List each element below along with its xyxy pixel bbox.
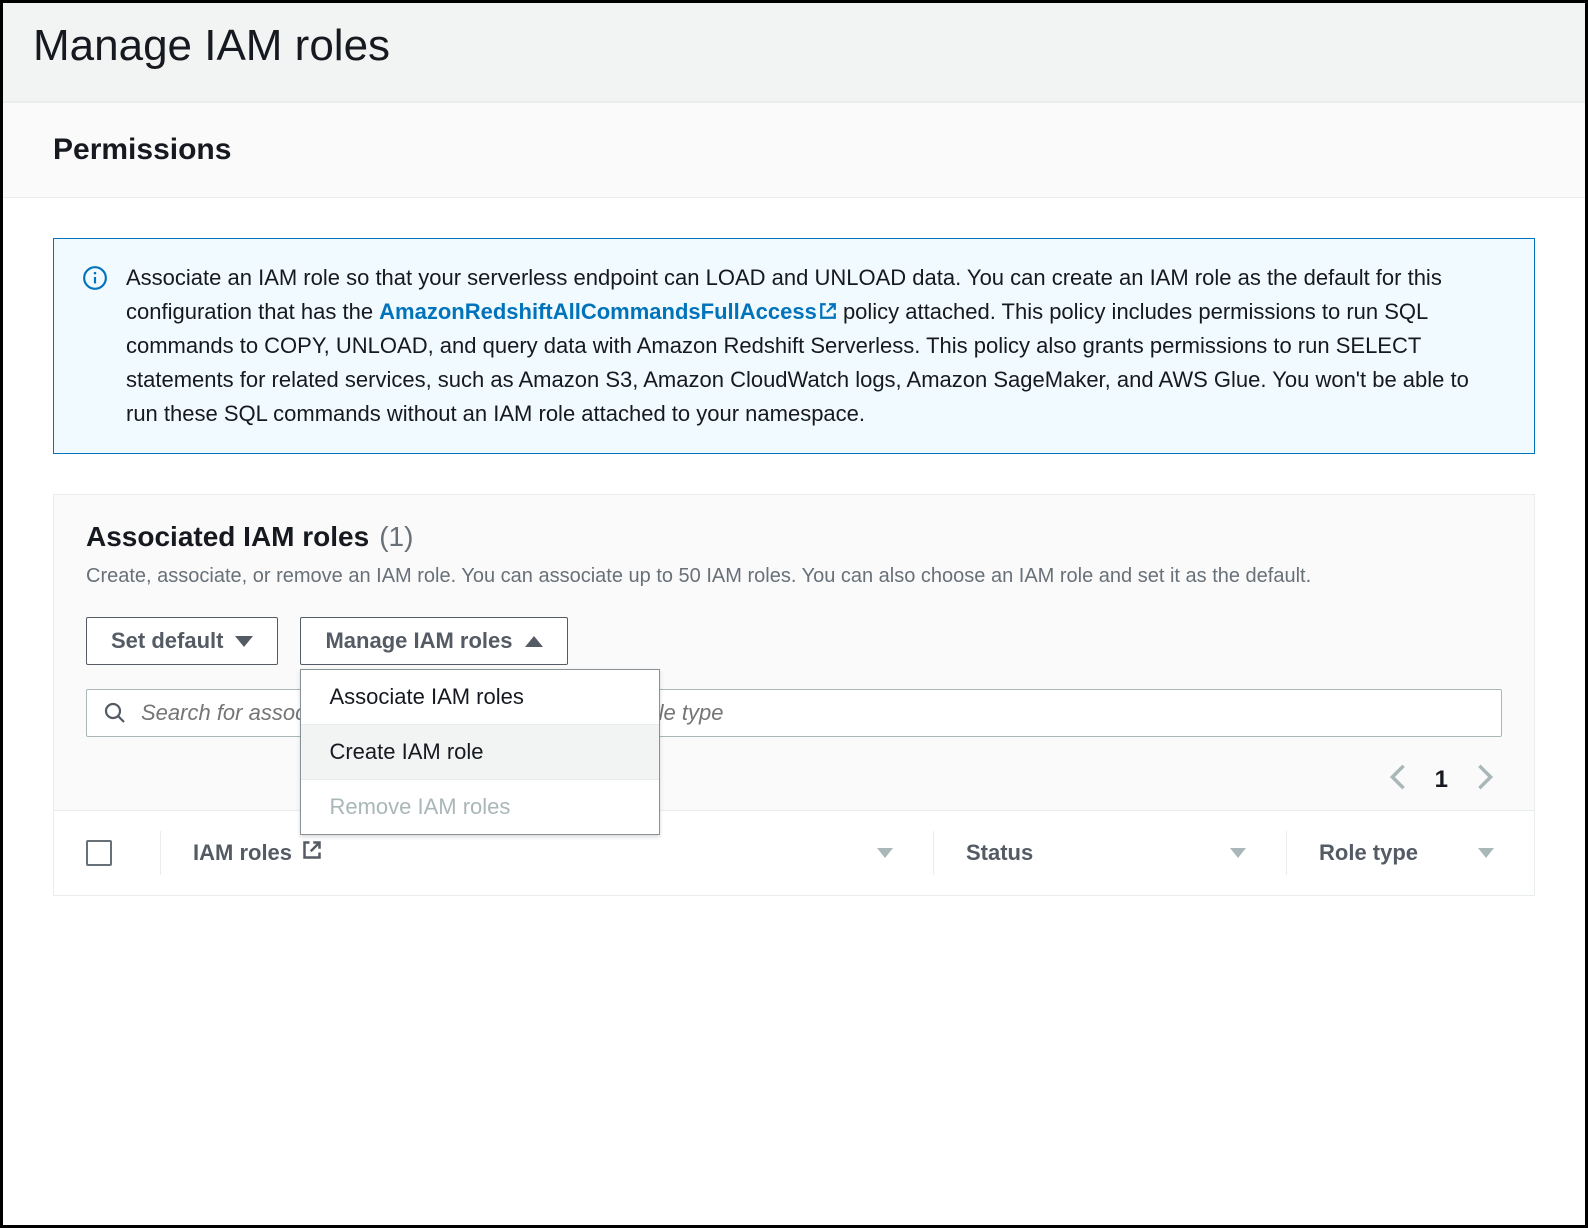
- page-title: Manage IAM roles: [33, 21, 1555, 71]
- page-header: Manage IAM roles: [3, 3, 1585, 102]
- external-link-icon: [819, 296, 837, 314]
- info-icon: [82, 265, 108, 291]
- sort-icon[interactable]: [1230, 848, 1246, 858]
- associated-roles-section: Associated IAM roles (1) Create, associa…: [53, 494, 1535, 896]
- table-header-row: IAM roles: [54, 811, 1534, 895]
- set-default-button[interactable]: Set default: [86, 617, 278, 665]
- pagination-prev-button[interactable]: [1389, 763, 1407, 796]
- pagination: 1: [86, 763, 1502, 796]
- info-alert: Associate an IAM role so that your serve…: [53, 238, 1535, 454]
- menu-remove-iam-roles: Remove IAM roles: [301, 780, 659, 834]
- permissions-heading: Permissions: [53, 133, 1535, 167]
- pagination-next-button[interactable]: [1476, 763, 1494, 796]
- column-iam-roles[interactable]: IAM roles: [193, 840, 322, 866]
- search-icon: [103, 701, 127, 725]
- pagination-current: 1: [1435, 766, 1448, 794]
- policy-link[interactable]: AmazonRedshiftAllCommandsFullAccess: [379, 299, 837, 324]
- menu-create-iam-role[interactable]: Create IAM role: [301, 725, 659, 780]
- associated-roles-count: (1): [379, 521, 413, 553]
- roles-table: IAM roles: [54, 810, 1534, 895]
- caret-down-icon: [235, 636, 253, 647]
- search-input-wrap[interactable]: [86, 689, 1502, 737]
- info-text: Associate an IAM role so that your serve…: [126, 261, 1506, 431]
- permissions-panel: Permissions Associate an IAM role so tha…: [3, 102, 1585, 896]
- select-all-checkbox[interactable]: [86, 840, 112, 866]
- external-link-icon: [302, 840, 322, 866]
- sort-icon[interactable]: [877, 848, 893, 858]
- associated-roles-description: Create, associate, or remove an IAM role…: [86, 561, 1502, 591]
- menu-associate-iam-roles[interactable]: Associate IAM roles: [301, 670, 659, 725]
- manage-iam-roles-button[interactable]: Manage IAM roles: [300, 617, 567, 665]
- manage-iam-roles-menu: Associate IAM roles Create IAM role Remo…: [300, 669, 660, 835]
- caret-up-icon: [525, 636, 543, 647]
- column-status[interactable]: Status: [966, 840, 1033, 866]
- column-role-type[interactable]: Role type: [1319, 840, 1418, 866]
- associated-roles-title: Associated IAM roles: [86, 521, 369, 553]
- permissions-panel-header: Permissions: [3, 103, 1585, 198]
- sort-icon[interactable]: [1478, 848, 1494, 858]
